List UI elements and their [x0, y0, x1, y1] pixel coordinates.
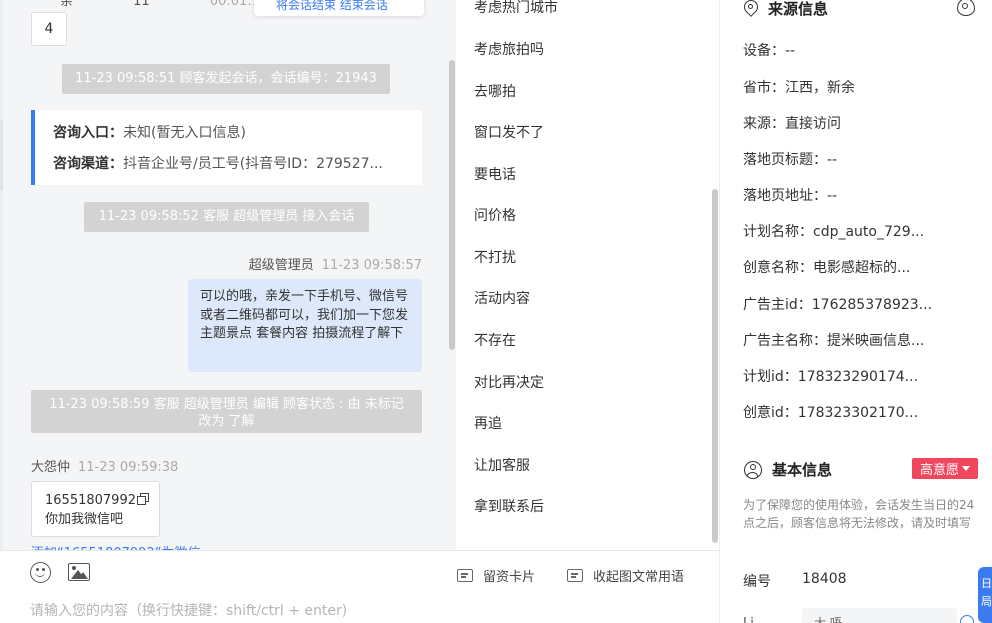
message-input[interactable] — [30, 603, 690, 619]
source-field-advertiser-name: 广告主名称：提米映画信息... — [743, 333, 925, 349]
source-field-plan-id: 计划id：178323290174... — [743, 369, 919, 385]
lead-card-label: 留资卡片 — [483, 570, 536, 585]
card-icon — [457, 569, 473, 582]
system-message: 11-23 09:58:59 客服 超级管理员 编辑 顾客状态 : 由 未标记 … — [31, 390, 422, 433]
source-field-creative-name: 创意名称：电影感超标的... — [743, 260, 911, 276]
system-message: 11-23 09:58:52 客服 超级管理员 接入会话 — [84, 202, 369, 232]
customer-info-panel: 来源信息 设备：-- 省市：江西，新余 来源：直接访问 落地页标题：-- 落地页… — [719, 0, 992, 623]
image-icon[interactable] — [68, 563, 90, 581]
quick-reply-item[interactable]: 活动内容 — [474, 288, 530, 308]
consult-entry-value: 未知(暂无入口信息) — [123, 125, 246, 141]
source-field-landing-title: 落地页标题：-- — [743, 152, 838, 168]
source-info-heading: 来源信息 — [768, 0, 829, 18]
agent-sender: 超级管理员 11-23 09:58:57 — [249, 254, 422, 273]
quick-reply-item[interactable]: 不存在 — [474, 330, 516, 350]
basic-info-title: 基本信息 — [744, 459, 832, 480]
card-icon — [567, 569, 583, 582]
quick-reply-item[interactable]: 拿到联系后 — [474, 496, 544, 516]
quick-reply-item[interactable]: 不打扰 — [474, 247, 516, 267]
toast-text: 将会话结束 结束会话 — [276, 0, 388, 12]
quick-reply-item[interactable]: 去哪拍 — [474, 81, 516, 101]
emoji-icon[interactable] — [30, 562, 51, 583]
edit-notice: 为了保障您的使用体验，会话发生当日的24点之后，顾客信息将无法修改，请及时填写 — [743, 498, 975, 530]
source-field-province: 省市：江西，新余 — [743, 80, 855, 96]
collapse-phrases-button[interactable]: 收起图文常用语 — [567, 566, 684, 585]
user-icon — [744, 460, 762, 479]
source-field-landing-url: 落地页地址：-- — [743, 188, 838, 204]
agent-name: 超级管理员 — [248, 258, 314, 273]
agent-time: 11-23 09:58:57 — [321, 258, 422, 273]
source-field-source: 来源：直接访问 — [743, 116, 841, 132]
id-label: 编号 — [743, 574, 771, 590]
add-wechat-link[interactable]: 添加“16551807992”为微信 — [31, 542, 200, 550]
customer-time: 11-23 09:59:38 — [78, 460, 179, 475]
quick-replies-scrollbar-thumb[interactable] — [712, 189, 718, 543]
customer-message-bubble: 16551807992 你加我微信吧 — [31, 481, 160, 537]
end-session-toast[interactable]: 将会话结束 结束会话 — [254, 0, 424, 16]
source-field-device: 设备：-- — [743, 43, 796, 59]
intent-badge[interactable]: 高意愿 — [912, 458, 978, 479]
help-icon[interactable] — [960, 615, 974, 623]
chat-scrollbar-thumb[interactable] — [449, 60, 455, 350]
message-composer: 留资卡片 收起图文常用语 — [0, 550, 719, 623]
customer-message-text: 你加我微信吧 — [45, 512, 124, 527]
customer-sender: 大怨仲 11-23 09:59:38 — [31, 456, 178, 475]
customer-name: 大怨仲 — [31, 460, 71, 475]
top-cutoff-count: 11 — [133, 0, 150, 9]
quick-reply-item[interactable]: 让加客服 — [474, 455, 530, 475]
locate-icon[interactable] — [957, 0, 975, 16]
consult-entry-label: 咨询入口： — [53, 125, 123, 141]
chat-panel: 亲 11 00:01:19 将会话结束 结束会话 4 11-23 09:58:5… — [0, 0, 456, 550]
customer-phone-row: 16551807992 — [45, 491, 159, 510]
source-field-plan-name: 计划名称：cdp_auto_729... — [743, 224, 925, 240]
location-icon — [741, 0, 761, 18]
consult-channel-row: 咨询渠道：抖音企业号/员工号(抖音号ID：279527... — [53, 153, 422, 184]
lead-card-button[interactable]: 留资卡片 — [457, 566, 535, 585]
top-cutoff-name: 亲 — [60, 0, 74, 9]
copy-icon[interactable] — [136, 493, 149, 505]
quick-reply-item[interactable]: 窗口发不了 — [474, 122, 544, 142]
consult-info-card: 咨询入口：未知(暂无入口信息) 咨询渠道：抖音企业号/员工号(抖音号ID：279… — [31, 110, 422, 185]
number-box[interactable]: 4 — [31, 12, 67, 46]
consult-channel-value: 抖音企业号/员工号(抖音号ID：279527... — [123, 156, 383, 172]
quick-reply-item[interactable]: 考虑旅拍吗 — [474, 39, 544, 59]
source-info-title: 来源信息 — [741, 0, 829, 19]
quick-reply-item[interactable]: 考虑热门城市 — [474, 0, 558, 17]
consult-entry-row: 咨询入口：未知(暂无入口信息) — [53, 122, 422, 153]
source-field-advertiser-id: 广告主id：176285378923... — [743, 297, 933, 313]
consult-channel-label: 咨询渠道： — [53, 156, 123, 172]
cutoff-field-label: Li — [743, 616, 754, 623]
cutoff-field-input[interactable]: 大 唔 — [802, 608, 957, 623]
quick-reply-item[interactable]: 对比再决定 — [474, 372, 544, 392]
quick-reply-item[interactable]: 要电话 — [474, 164, 516, 184]
source-field-creative-id: 创意id：178323302170... — [743, 405, 919, 421]
id-value: 18408 — [802, 571, 847, 587]
quick-replies-panel: 考虑热门城市 考虑旅拍吗 去哪拍 窗口发不了 要电话 问价格 不打扰 活动内容 … — [456, 0, 719, 550]
basic-info-heading: 基本信息 — [772, 461, 833, 479]
quick-reply-item[interactable]: 再追 — [474, 413, 502, 433]
floating-side-tab[interactable]: 日 局 — [978, 567, 992, 623]
customer-phone: 16551807992 — [45, 493, 136, 508]
intent-badge-label: 高意愿 — [919, 463, 959, 478]
collapse-phrases-label: 收起图文常用语 — [593, 570, 685, 585]
caret-down-icon — [962, 466, 970, 471]
system-message: 11-23 09:58:51 顾客发起会话，会话编号：21943 — [62, 64, 390, 94]
quick-reply-item[interactable]: 问价格 — [474, 205, 516, 225]
agent-message-bubble: 可以的哦，亲发一下手机号、微信号或者二维码都可以，我们加一下您发主题景点 套餐内… — [188, 279, 422, 372]
chat-left-edge — [0, 0, 3, 550]
